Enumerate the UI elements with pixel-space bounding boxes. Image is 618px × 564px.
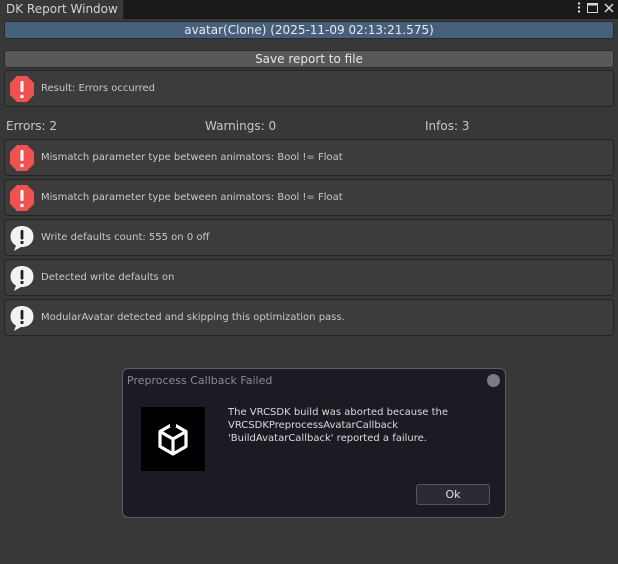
avatar-object-field[interactable]: avatar(Clone) (2025-11-09 02:13:21.575) xyxy=(4,21,614,39)
message-text: ModularAvatar detected and skipping this… xyxy=(41,312,345,323)
maximize-icon[interactable] xyxy=(587,0,598,19)
message-text: Write defaults count: 555 on 0 off xyxy=(41,232,210,243)
error-icon xyxy=(10,144,34,171)
dialog-message-line: 'BuildAvatarCallback' reported a failure… xyxy=(228,433,427,444)
result-box: Result: Errors occurred xyxy=(4,70,614,107)
preprocess-failed-dialog: Preprocess Callback Failed The VRCSDK bu… xyxy=(122,368,506,518)
dialog-message-line: The VRCSDK build was aborted because the xyxy=(228,407,449,418)
message-item: Detected write defaults on xyxy=(4,259,614,296)
message-item: Mismatch parameter type between animator… xyxy=(4,179,614,216)
dialog-message-line: VRCSDKPreprocessAvatarCallback xyxy=(228,420,399,431)
window-titlebar: DK Report Window xyxy=(0,0,618,19)
errors-count: Errors: 2 xyxy=(6,119,57,133)
window-controls xyxy=(577,0,614,19)
error-icon xyxy=(10,75,34,102)
close-icon[interactable] xyxy=(604,0,614,19)
info-icon xyxy=(10,225,34,251)
message-item: Write defaults count: 555 on 0 off xyxy=(4,219,614,256)
message-item: Mismatch parameter type between animator… xyxy=(4,139,614,176)
ok-button[interactable]: Ok xyxy=(416,484,490,505)
dialog-message: The VRCSDK build was aborted because the… xyxy=(228,406,468,445)
avatar-object-label: avatar(Clone) (2025-11-09 02:13:21.575) xyxy=(184,23,434,37)
counts-row: Errors: 2 Warnings: 0 Infos: 3 xyxy=(0,119,618,135)
warnings-count: Warnings: 0 xyxy=(205,119,277,133)
message-item: ModularAvatar detected and skipping this… xyxy=(4,299,614,336)
kebab-menu-icon[interactable] xyxy=(577,0,581,19)
tab-title: DK Report Window xyxy=(6,2,118,16)
result-text: Result: Errors occurred xyxy=(41,83,155,94)
unity-logo-icon xyxy=(141,407,205,471)
dialog-title: Preprocess Callback Failed xyxy=(127,374,273,387)
message-text: Mismatch parameter type between animator… xyxy=(41,152,343,163)
info-icon xyxy=(10,305,34,331)
save-report-label: Save report to file xyxy=(255,52,363,66)
ok-button-label: Ok xyxy=(445,488,461,501)
error-icon xyxy=(10,184,34,211)
save-report-button[interactable]: Save report to file xyxy=(4,50,614,68)
message-text: Mismatch parameter type between animator… xyxy=(41,192,343,203)
close-icon[interactable] xyxy=(487,374,500,387)
tab-dk-report-window[interactable]: DK Report Window xyxy=(0,0,124,19)
info-icon xyxy=(10,265,34,291)
message-text: Detected write defaults on xyxy=(41,272,175,283)
infos-count: Infos: 3 xyxy=(425,119,470,133)
